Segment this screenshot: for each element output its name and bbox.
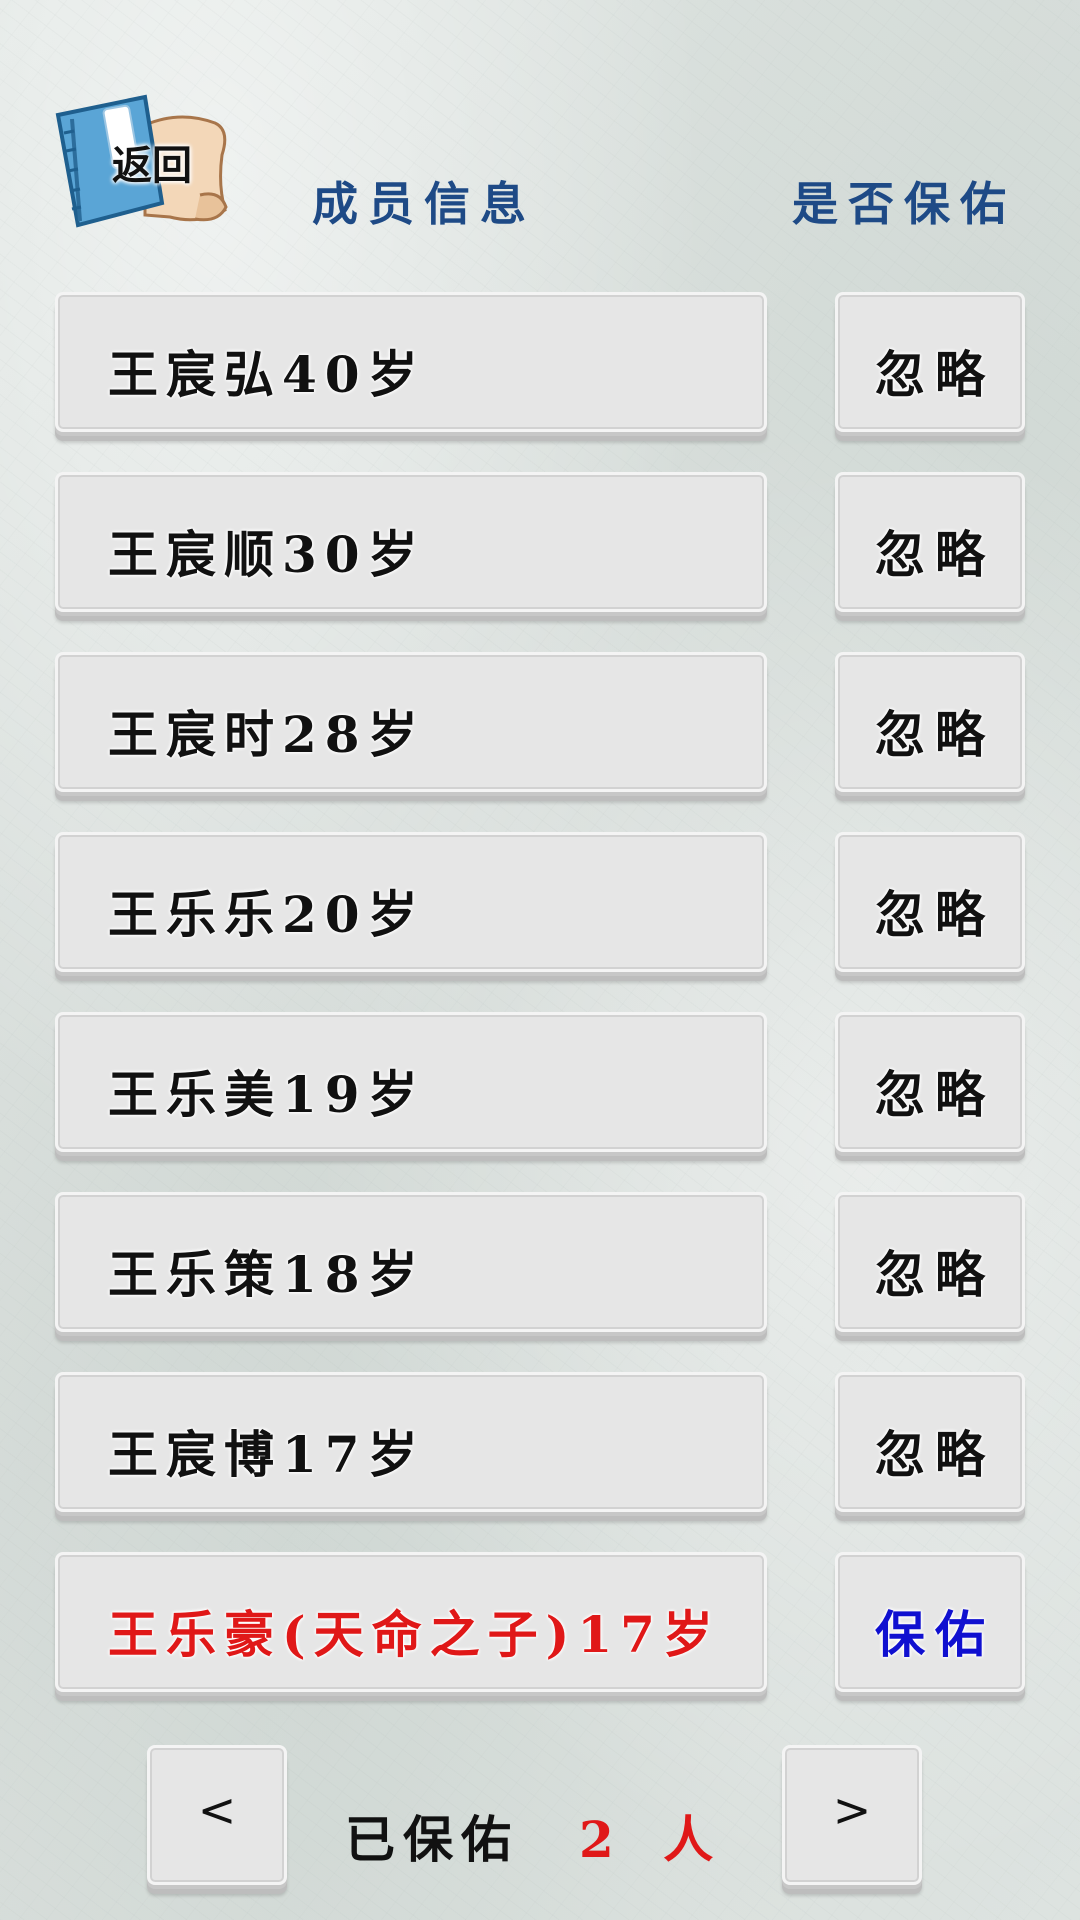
member-name-panel: 王宸顺30岁 [55,472,767,612]
back-button[interactable]: 返回 [50,85,240,235]
member-name: 王乐策18岁 [108,1245,426,1304]
prev-label: < [197,1783,237,1837]
member-name-panel: 王乐乐20岁 [55,832,767,972]
protect-button[interactable]: 保佑 [835,1552,1025,1692]
ignore-button[interactable]: 忽略 [835,1012,1025,1152]
member-row: 王宸顺30岁 忽略 [55,472,1030,622]
member-name-panel: 王宸博17岁 [55,1372,767,1512]
action-label: 忽略 [875,1425,995,1484]
member-name-panel: 王乐策18岁 [55,1192,767,1332]
member-row: 王宸博17岁 忽略 [55,1372,1030,1522]
member-name: 王宸弘40岁 [108,345,426,404]
member-name: 王宸顺30岁 [108,525,426,584]
action-label: 忽略 [875,1065,995,1124]
member-name-panel: 王宸时28岁 [55,652,767,792]
member-name: 王宸博17岁 [108,1425,426,1484]
ignore-button[interactable]: 忽略 [835,652,1025,792]
member-name-panel: 王乐豪(天命之子)17岁 [55,1552,767,1692]
action-label: 忽略 [875,885,995,944]
member-row: 王宸弘40岁 忽略 [55,292,1030,442]
action-label: 忽略 [875,705,995,764]
action-label: 忽略 [875,345,995,404]
member-row: 王宸时28岁 忽略 [55,652,1030,802]
status-label: 已保佑 [345,1810,519,1869]
member-name-panel: 王宸弘40岁 [55,292,767,432]
action-label: 忽略 [875,1245,995,1304]
action-label: 忽略 [875,525,995,584]
protected-count-status: 已保佑 2 人 [345,1800,729,1872]
protect-title: 是否保佑 [792,177,1016,231]
next-label: > [832,1783,872,1837]
member-name: 王乐美19岁 [108,1065,426,1124]
members-title: 成员信息 [312,177,536,231]
member-row: 王乐乐20岁 忽略 [55,832,1030,982]
member-name: 王宸时28岁 [108,705,426,764]
member-row: 王乐策18岁 忽略 [55,1192,1030,1342]
member-name: 王乐乐20岁 [108,885,426,944]
member-row-special: 王乐豪(天命之子)17岁 保佑 [55,1552,1030,1702]
member-name-special: 王乐豪(天命之子)17岁 [108,1605,721,1664]
ignore-button[interactable]: 忽略 [835,292,1025,432]
ignore-button[interactable]: 忽略 [835,1372,1025,1512]
ignore-button[interactable]: 忽略 [835,832,1025,972]
member-name-panel: 王乐美19岁 [55,1012,767,1152]
ignore-button[interactable]: 忽略 [835,1192,1025,1332]
back-label: 返回 [112,143,192,189]
ignore-button[interactable]: 忽略 [835,472,1025,612]
member-row: 王乐美19岁 忽略 [55,1012,1030,1162]
next-page-button[interactable]: > [782,1745,922,1885]
action-label: 保佑 [875,1605,995,1664]
prev-page-button[interactable]: < [147,1745,287,1885]
status-count: 2 人 [579,1810,730,1869]
